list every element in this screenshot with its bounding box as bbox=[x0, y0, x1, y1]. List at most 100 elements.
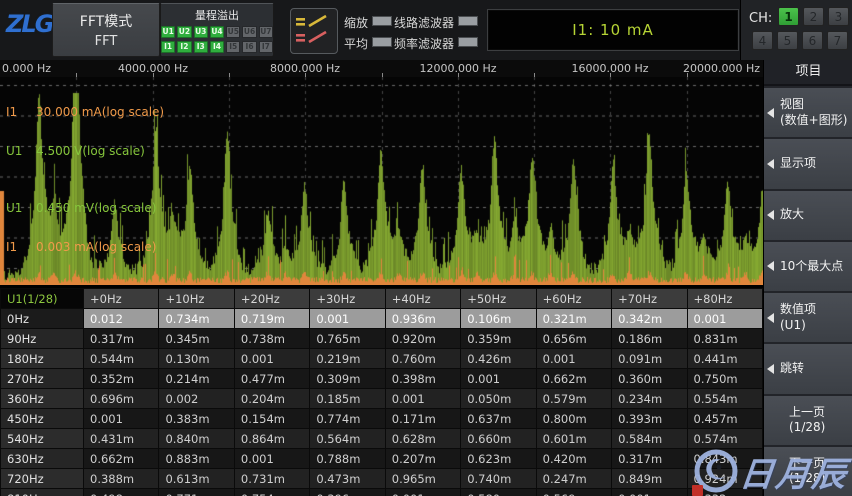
value-cell[interactable]: 0.393m bbox=[612, 409, 687, 429]
value-cell[interactable]: 0.623m bbox=[461, 449, 536, 469]
line-filter-toggle[interactable] bbox=[458, 16, 478, 26]
value-cell[interactable]: 0.564m bbox=[310, 429, 385, 449]
value-cell[interactable]: 0.001 bbox=[461, 369, 536, 389]
value-cell[interactable]: 0.760m bbox=[385, 349, 460, 369]
value-cell[interactable]: 0.613m bbox=[159, 469, 234, 489]
value-cell[interactable]: 0.637m bbox=[461, 409, 536, 429]
value-cell[interactable]: 0.171m bbox=[385, 409, 460, 429]
value-cell[interactable]: 0.740m bbox=[461, 469, 536, 489]
value-cell[interactable]: 0.924m bbox=[687, 469, 763, 489]
value-cell[interactable]: 0.050m bbox=[461, 389, 536, 409]
value-cell[interactable]: 0.106m bbox=[461, 309, 536, 329]
value-cell[interactable]: 0.383m bbox=[159, 409, 234, 429]
value-cell[interactable]: 0.498m bbox=[84, 489, 159, 496]
channel-button-4[interactable]: 4 bbox=[752, 31, 773, 50]
value-cell[interactable]: 0.473m bbox=[310, 469, 385, 489]
value-cell[interactable]: 0.317m bbox=[612, 449, 687, 469]
value-cell[interactable]: 0.219m bbox=[310, 349, 385, 369]
average-toggle[interactable] bbox=[372, 37, 392, 47]
sidebar-item-zoom-in[interactable]: 放大 bbox=[764, 191, 852, 240]
value-cell[interactable]: 0.130m bbox=[159, 349, 234, 369]
value-cell[interactable]: 0.396m bbox=[310, 489, 385, 496]
value-cell[interactable]: 0.719m bbox=[234, 309, 309, 329]
value-cell[interactable]: 0.321m bbox=[536, 309, 611, 329]
value-cell[interactable]: 0.001 bbox=[612, 489, 687, 496]
value-cell[interactable]: 0.398m bbox=[385, 369, 460, 389]
channel-button-7[interactable]: 7 bbox=[827, 31, 848, 50]
channel-button-3[interactable]: 3 bbox=[828, 7, 849, 26]
value-cell[interactable]: 0.840m bbox=[159, 429, 234, 449]
value-cell[interactable]: 0.207m bbox=[385, 449, 460, 469]
zoom-toggle[interactable] bbox=[372, 16, 392, 26]
sidebar-item-next-page[interactable]: 下一页(1/28) bbox=[764, 447, 852, 496]
value-cell[interactable]: 0.359m bbox=[461, 329, 536, 349]
sidebar-item-numeric[interactable]: 数值项(U1) bbox=[764, 293, 852, 342]
value-cell[interactable]: 0.001 bbox=[310, 309, 385, 329]
value-cell[interactable]: 0.569m bbox=[536, 489, 611, 496]
value-cell[interactable]: 0.754m bbox=[234, 489, 309, 496]
value-cell[interactable]: 0.738m bbox=[234, 329, 309, 349]
freq-filter-toggle[interactable] bbox=[458, 37, 478, 47]
value-cell[interactable]: 0.426m bbox=[461, 349, 536, 369]
value-cell[interactable]: 0.001 bbox=[385, 489, 460, 496]
value-cell[interactable]: 0.662m bbox=[84, 449, 159, 469]
sidebar-item-jump[interactable]: 跳转 bbox=[764, 344, 852, 393]
value-cell[interactable]: 0.574m bbox=[687, 429, 763, 449]
value-cell[interactable]: 0.345m bbox=[159, 329, 234, 349]
value-cell[interactable]: 0.001 bbox=[687, 309, 763, 329]
value-cell[interactable]: 0.360m bbox=[612, 369, 687, 389]
value-cell[interactable]: 0.457m bbox=[687, 409, 763, 429]
sidebar-item-prev-page[interactable]: 上一页(1/28) bbox=[764, 396, 852, 445]
value-cell[interactable]: 0.204m bbox=[234, 389, 309, 409]
value-cell[interactable]: 0.774m bbox=[310, 409, 385, 429]
value-cell[interactable]: 0.154m bbox=[234, 409, 309, 429]
value-cell[interactable]: 0.662m bbox=[536, 369, 611, 389]
value-cell[interactable]: 0.388m bbox=[84, 469, 159, 489]
value-cell[interactable]: 0.936m bbox=[385, 309, 460, 329]
value-cell[interactable]: 0.864m bbox=[234, 429, 309, 449]
value-cell[interactable]: 0.883m bbox=[159, 449, 234, 469]
value-cell[interactable]: 0.831m bbox=[687, 329, 763, 349]
value-cell[interactable]: 0.431m bbox=[84, 429, 159, 449]
value-cell[interactable]: 0.771m bbox=[159, 489, 234, 496]
value-cell[interactable]: 0.352m bbox=[84, 369, 159, 389]
value-cell[interactable]: 0.920m bbox=[385, 329, 460, 349]
value-cell[interactable]: 0.579m bbox=[536, 389, 611, 409]
value-cell[interactable]: 0.734m bbox=[159, 309, 234, 329]
value-cell[interactable]: 0.185m bbox=[310, 389, 385, 409]
channel-button-5[interactable]: 5 bbox=[777, 31, 798, 50]
sidebar-item-display[interactable]: 显示项 bbox=[764, 139, 852, 188]
value-cell[interactable]: 0.477m bbox=[234, 369, 309, 389]
mode-panel[interactable]: FFT模式 FFT bbox=[52, 3, 160, 57]
value-cell[interactable]: 0.002 bbox=[159, 389, 234, 409]
value-cell[interactable]: 0.580m bbox=[461, 489, 536, 496]
value-cell[interactable]: 0.441m bbox=[687, 349, 763, 369]
waveform-button[interactable] bbox=[290, 8, 338, 54]
value-cell[interactable]: 0.234m bbox=[612, 389, 687, 409]
value-cell[interactable]: 0.001 bbox=[385, 389, 460, 409]
channel-button-2[interactable]: 2 bbox=[803, 7, 824, 26]
value-cell[interactable]: 0.214m bbox=[159, 369, 234, 389]
value-cell[interactable]: 0.186m bbox=[612, 329, 687, 349]
value-cell[interactable]: 0.965m bbox=[385, 469, 460, 489]
value-cell[interactable]: 0.601m bbox=[536, 429, 611, 449]
value-cell[interactable]: 0.317m bbox=[84, 329, 159, 349]
value-cell[interactable]: 0.765m bbox=[310, 329, 385, 349]
value-cell[interactable]: 0.660m bbox=[461, 429, 536, 449]
value-cell[interactable]: 0.554m bbox=[687, 389, 763, 409]
value-cell[interactable]: 0.247m bbox=[536, 469, 611, 489]
value-cell[interactable]: 0.001 bbox=[536, 349, 611, 369]
channel-button-6[interactable]: 6 bbox=[802, 31, 823, 50]
sidebar-item-view[interactable]: 视图(数值+图形) bbox=[764, 88, 852, 137]
value-cell[interactable]: 0.628m bbox=[385, 429, 460, 449]
value-cell[interactable]: 0.420m bbox=[536, 449, 611, 469]
value-cell[interactable]: 0.800m bbox=[536, 409, 611, 429]
sidebar-item-max-points[interactable]: 10个最大点 bbox=[764, 242, 852, 291]
value-cell[interactable]: 0.001 bbox=[234, 349, 309, 369]
value-cell[interactable]: 0.750m bbox=[687, 369, 763, 389]
value-cell[interactable]: 0.656m bbox=[536, 329, 611, 349]
value-cell[interactable]: 0.001 bbox=[84, 409, 159, 429]
value-cell[interactable]: 0.091m bbox=[612, 349, 687, 369]
channel-button-1[interactable]: 1 bbox=[778, 7, 799, 26]
value-cell[interactable]: 0.309m bbox=[310, 369, 385, 389]
